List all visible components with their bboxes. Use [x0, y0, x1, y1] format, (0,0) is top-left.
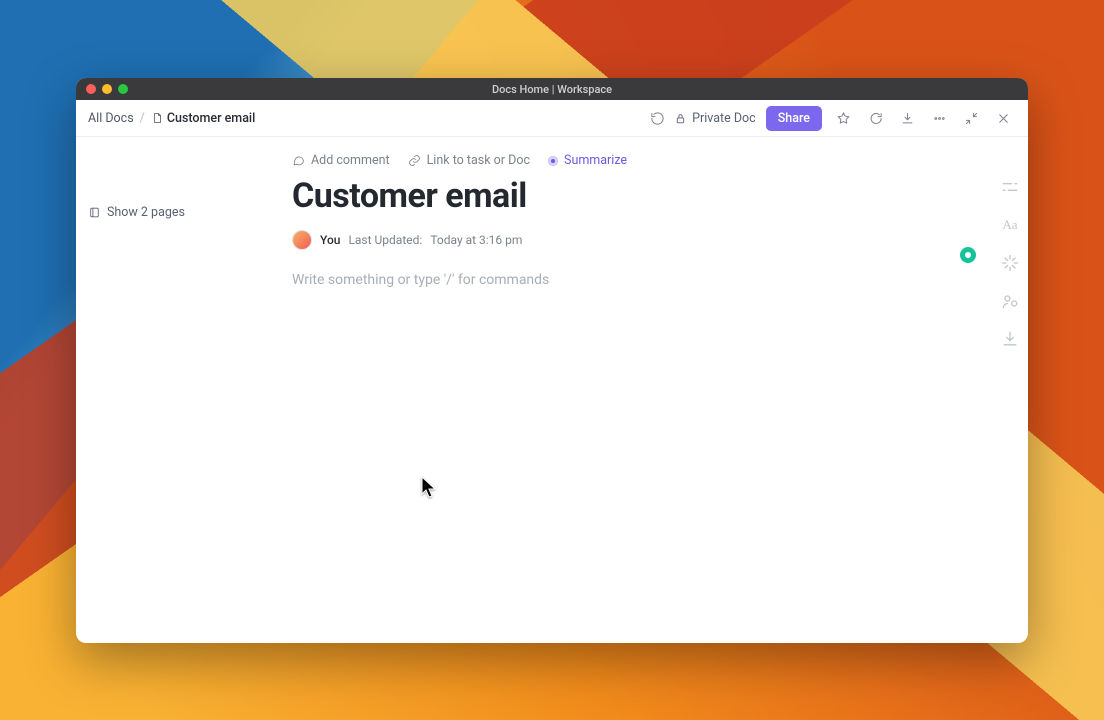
rail-settings-icon[interactable] — [1000, 177, 1020, 197]
link-icon — [408, 154, 421, 167]
rail-typography-icon[interactable]: Aa — [1000, 215, 1020, 235]
lock-icon — [674, 112, 687, 125]
last-updated-value: Today at 3:16 pm — [430, 233, 522, 247]
rail-ai-icon[interactable] — [1000, 253, 1020, 273]
show-pages-label: Show 2 pages — [107, 205, 185, 220]
sidebar: Show 2 pages — [76, 137, 282, 643]
titlebar: Docs Home | Workspace — [76, 78, 1028, 100]
close-button[interactable] — [990, 105, 1016, 131]
pages-icon — [88, 206, 101, 219]
doc-main: Add comment Link to task or Doc Summariz… — [282, 137, 1028, 643]
summarize-label: Summarize — [564, 153, 627, 168]
last-updated-label: Last Updated: — [348, 233, 422, 247]
doc-icon — [151, 112, 163, 124]
breadcrumb-current: Customer email — [167, 111, 255, 126]
grammarly-badge[interactable] — [960, 247, 976, 263]
share-button[interactable]: Share — [766, 106, 822, 131]
rail-share-icon[interactable] — [1000, 291, 1020, 311]
app-window: Docs Home | Workspace All Docs / Custome… — [76, 78, 1028, 643]
favorite-button[interactable] — [830, 105, 856, 131]
download-button[interactable] — [894, 105, 920, 131]
history-button[interactable] — [644, 105, 670, 131]
doc-body: Show 2 pages Add comment Link to task or… — [76, 137, 1028, 643]
comment-icon — [292, 154, 305, 167]
doc-meta: You Last Updated: Today at 3:16 pm — [292, 230, 988, 250]
author-name: You — [320, 233, 340, 247]
doc-editor[interactable] — [292, 272, 988, 472]
window-zoom-button[interactable] — [118, 84, 128, 94]
window-minimize-button[interactable] — [102, 84, 112, 94]
add-comment-label: Add comment — [311, 153, 390, 168]
summarize-button[interactable]: Summarize — [548, 153, 627, 168]
privacy-label: Private Doc — [692, 111, 756, 126]
breadcrumb-separator: / — [140, 111, 145, 126]
add-comment-button[interactable]: Add comment — [292, 153, 390, 168]
traffic-lights — [76, 84, 128, 94]
privacy-indicator[interactable]: Private Doc — [674, 111, 756, 126]
right-rail: Aa — [1000, 177, 1020, 349]
show-pages-toggle[interactable]: Show 2 pages — [88, 201, 270, 224]
link-task-label: Link to task or Doc — [427, 153, 530, 168]
toolbar: All Docs / Customer email Private Doc Sh… — [76, 100, 1028, 137]
doc-actions: Add comment Link to task or Doc Summariz… — [292, 153, 988, 168]
doc-title[interactable]: Customer email — [292, 176, 988, 216]
breadcrumb-root[interactable]: All Docs — [88, 111, 134, 126]
author-avatar[interactable] — [292, 230, 312, 250]
window-title: Docs Home | Workspace — [76, 83, 1028, 96]
more-button[interactable] — [926, 105, 952, 131]
rail-export-icon[interactable] — [1000, 329, 1020, 349]
window-close-button[interactable] — [86, 84, 96, 94]
ai-icon — [548, 156, 558, 166]
link-task-button[interactable]: Link to task or Doc — [408, 153, 530, 168]
comments-button[interactable] — [862, 105, 888, 131]
collapse-button[interactable] — [958, 105, 984, 131]
